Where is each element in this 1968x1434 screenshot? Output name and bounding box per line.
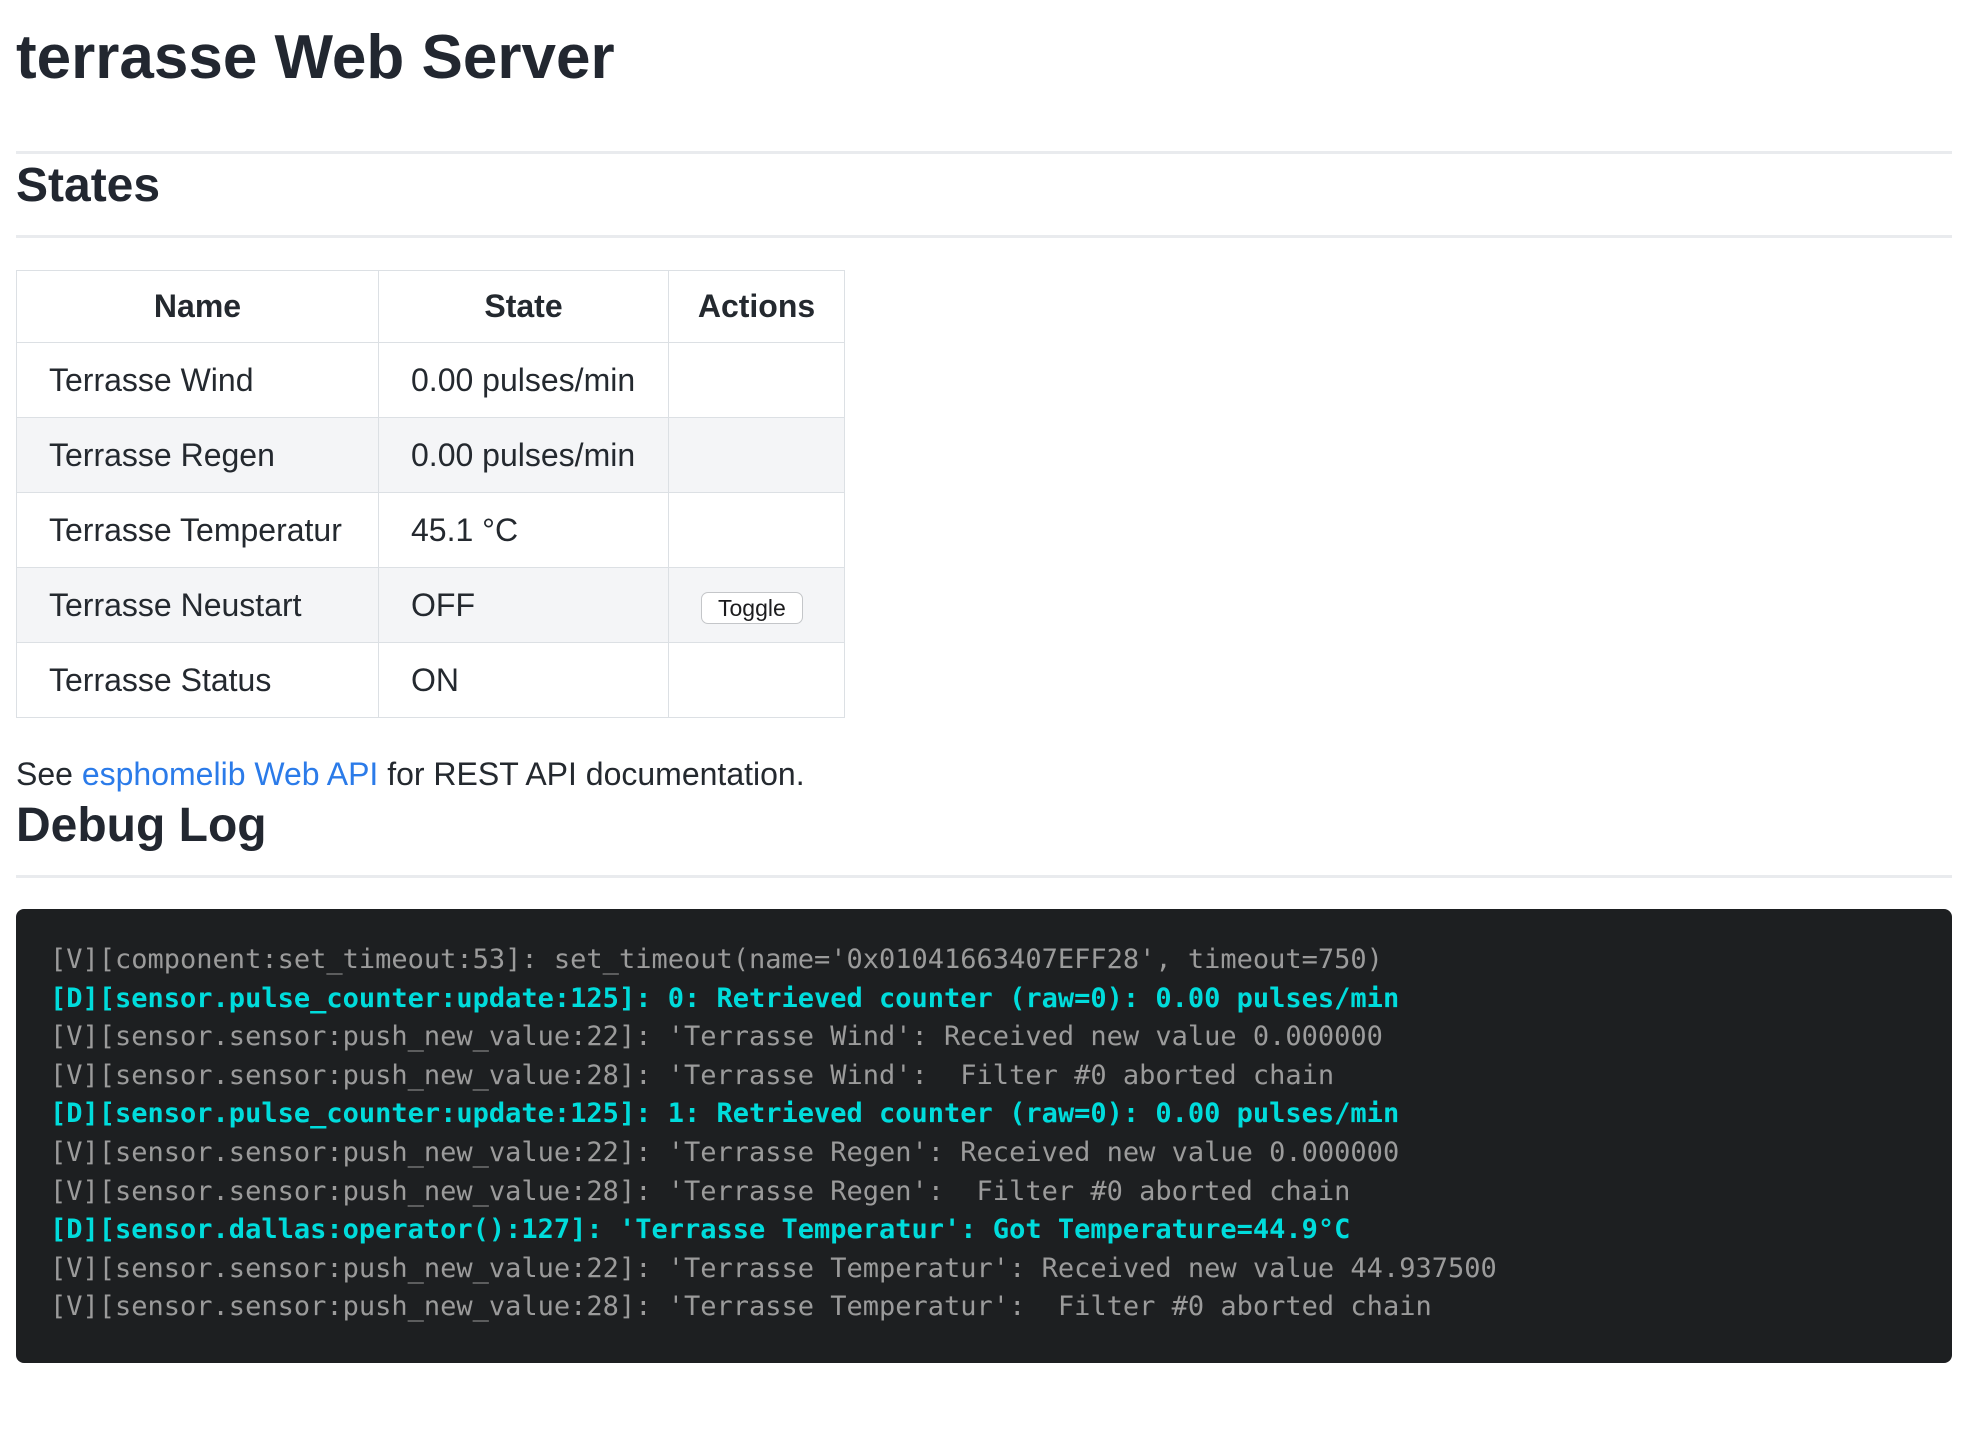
log-line: [D][sensor.pulse_counter:update:125]: 1:…	[50, 1095, 1918, 1134]
cell-state: 0.00 pulses/min	[379, 418, 669, 493]
log-line: [V][sensor.sensor:push_new_value:28]: 'T…	[50, 1288, 1918, 1327]
table-header-row: Name State Actions	[17, 271, 845, 343]
api-note: See esphomelib Web API for REST API docu…	[16, 755, 1952, 793]
page: terrasse Web Server States Name State Ac…	[0, 22, 1968, 1363]
page-title: terrasse Web Server	[16, 22, 1952, 93]
table-row: Terrasse Wind0.00 pulses/min	[17, 343, 845, 418]
cell-state: OFF	[379, 568, 669, 643]
toggle-button[interactable]: Toggle	[701, 592, 803, 624]
cell-actions: Toggle	[669, 568, 845, 643]
states-heading: States	[16, 158, 1952, 213]
cell-state: 0.00 pulses/min	[379, 343, 669, 418]
log-line: [V][sensor.sensor:push_new_value:22]: 'T…	[50, 1018, 1918, 1057]
cell-actions	[669, 418, 845, 493]
column-header-state: State	[379, 271, 669, 343]
log-line: [V][component:set_timeout:53]: set_timeo…	[50, 941, 1918, 980]
divider	[16, 875, 1952, 878]
log-line: [V][sensor.sensor:push_new_value:22]: 'T…	[50, 1134, 1918, 1173]
cell-actions	[669, 493, 845, 568]
divider	[16, 151, 1952, 154]
cell-state: ON	[379, 643, 669, 718]
log-line: [V][sensor.sensor:push_new_value:28]: 'T…	[50, 1173, 1918, 1212]
states-table-body: Terrasse Wind0.00 pulses/minTerrasse Reg…	[17, 343, 845, 718]
cell-actions	[669, 343, 845, 418]
log-line: [D][sensor.dallas:operator():127]: 'Terr…	[50, 1211, 1918, 1250]
log-line: [V][sensor.sensor:push_new_value:22]: 'T…	[50, 1250, 1918, 1289]
states-table: Name State Actions Terrasse Wind0.00 pul…	[16, 270, 845, 718]
api-note-prefix: See	[16, 756, 82, 792]
cell-state: 45.1 °C	[379, 493, 669, 568]
cell-name: Terrasse Temperatur	[17, 493, 379, 568]
column-header-actions: Actions	[669, 271, 845, 343]
debug-log-console: [V][component:set_timeout:53]: set_timeo…	[16, 909, 1952, 1363]
esphomelib-web-api-link[interactable]: esphomelib Web API	[82, 756, 378, 792]
cell-name: Terrasse Neustart	[17, 568, 379, 643]
cell-name: Terrasse Wind	[17, 343, 379, 418]
column-header-name: Name	[17, 271, 379, 343]
log-line: [D][sensor.pulse_counter:update:125]: 0:…	[50, 980, 1918, 1019]
table-row: Terrasse Temperatur45.1 °C	[17, 493, 845, 568]
divider	[16, 235, 1952, 238]
cell-actions	[669, 643, 845, 718]
cell-name: Terrasse Status	[17, 643, 379, 718]
cell-name: Terrasse Regen	[17, 418, 379, 493]
log-line: [V][sensor.sensor:push_new_value:28]: 'T…	[50, 1057, 1918, 1096]
table-row: Terrasse Regen0.00 pulses/min	[17, 418, 845, 493]
table-row: Terrasse StatusON	[17, 643, 845, 718]
api-note-suffix: for REST API documentation.	[378, 756, 804, 792]
table-row: Terrasse NeustartOFF Toggle	[17, 568, 845, 643]
debug-log-heading: Debug Log	[16, 798, 1952, 853]
